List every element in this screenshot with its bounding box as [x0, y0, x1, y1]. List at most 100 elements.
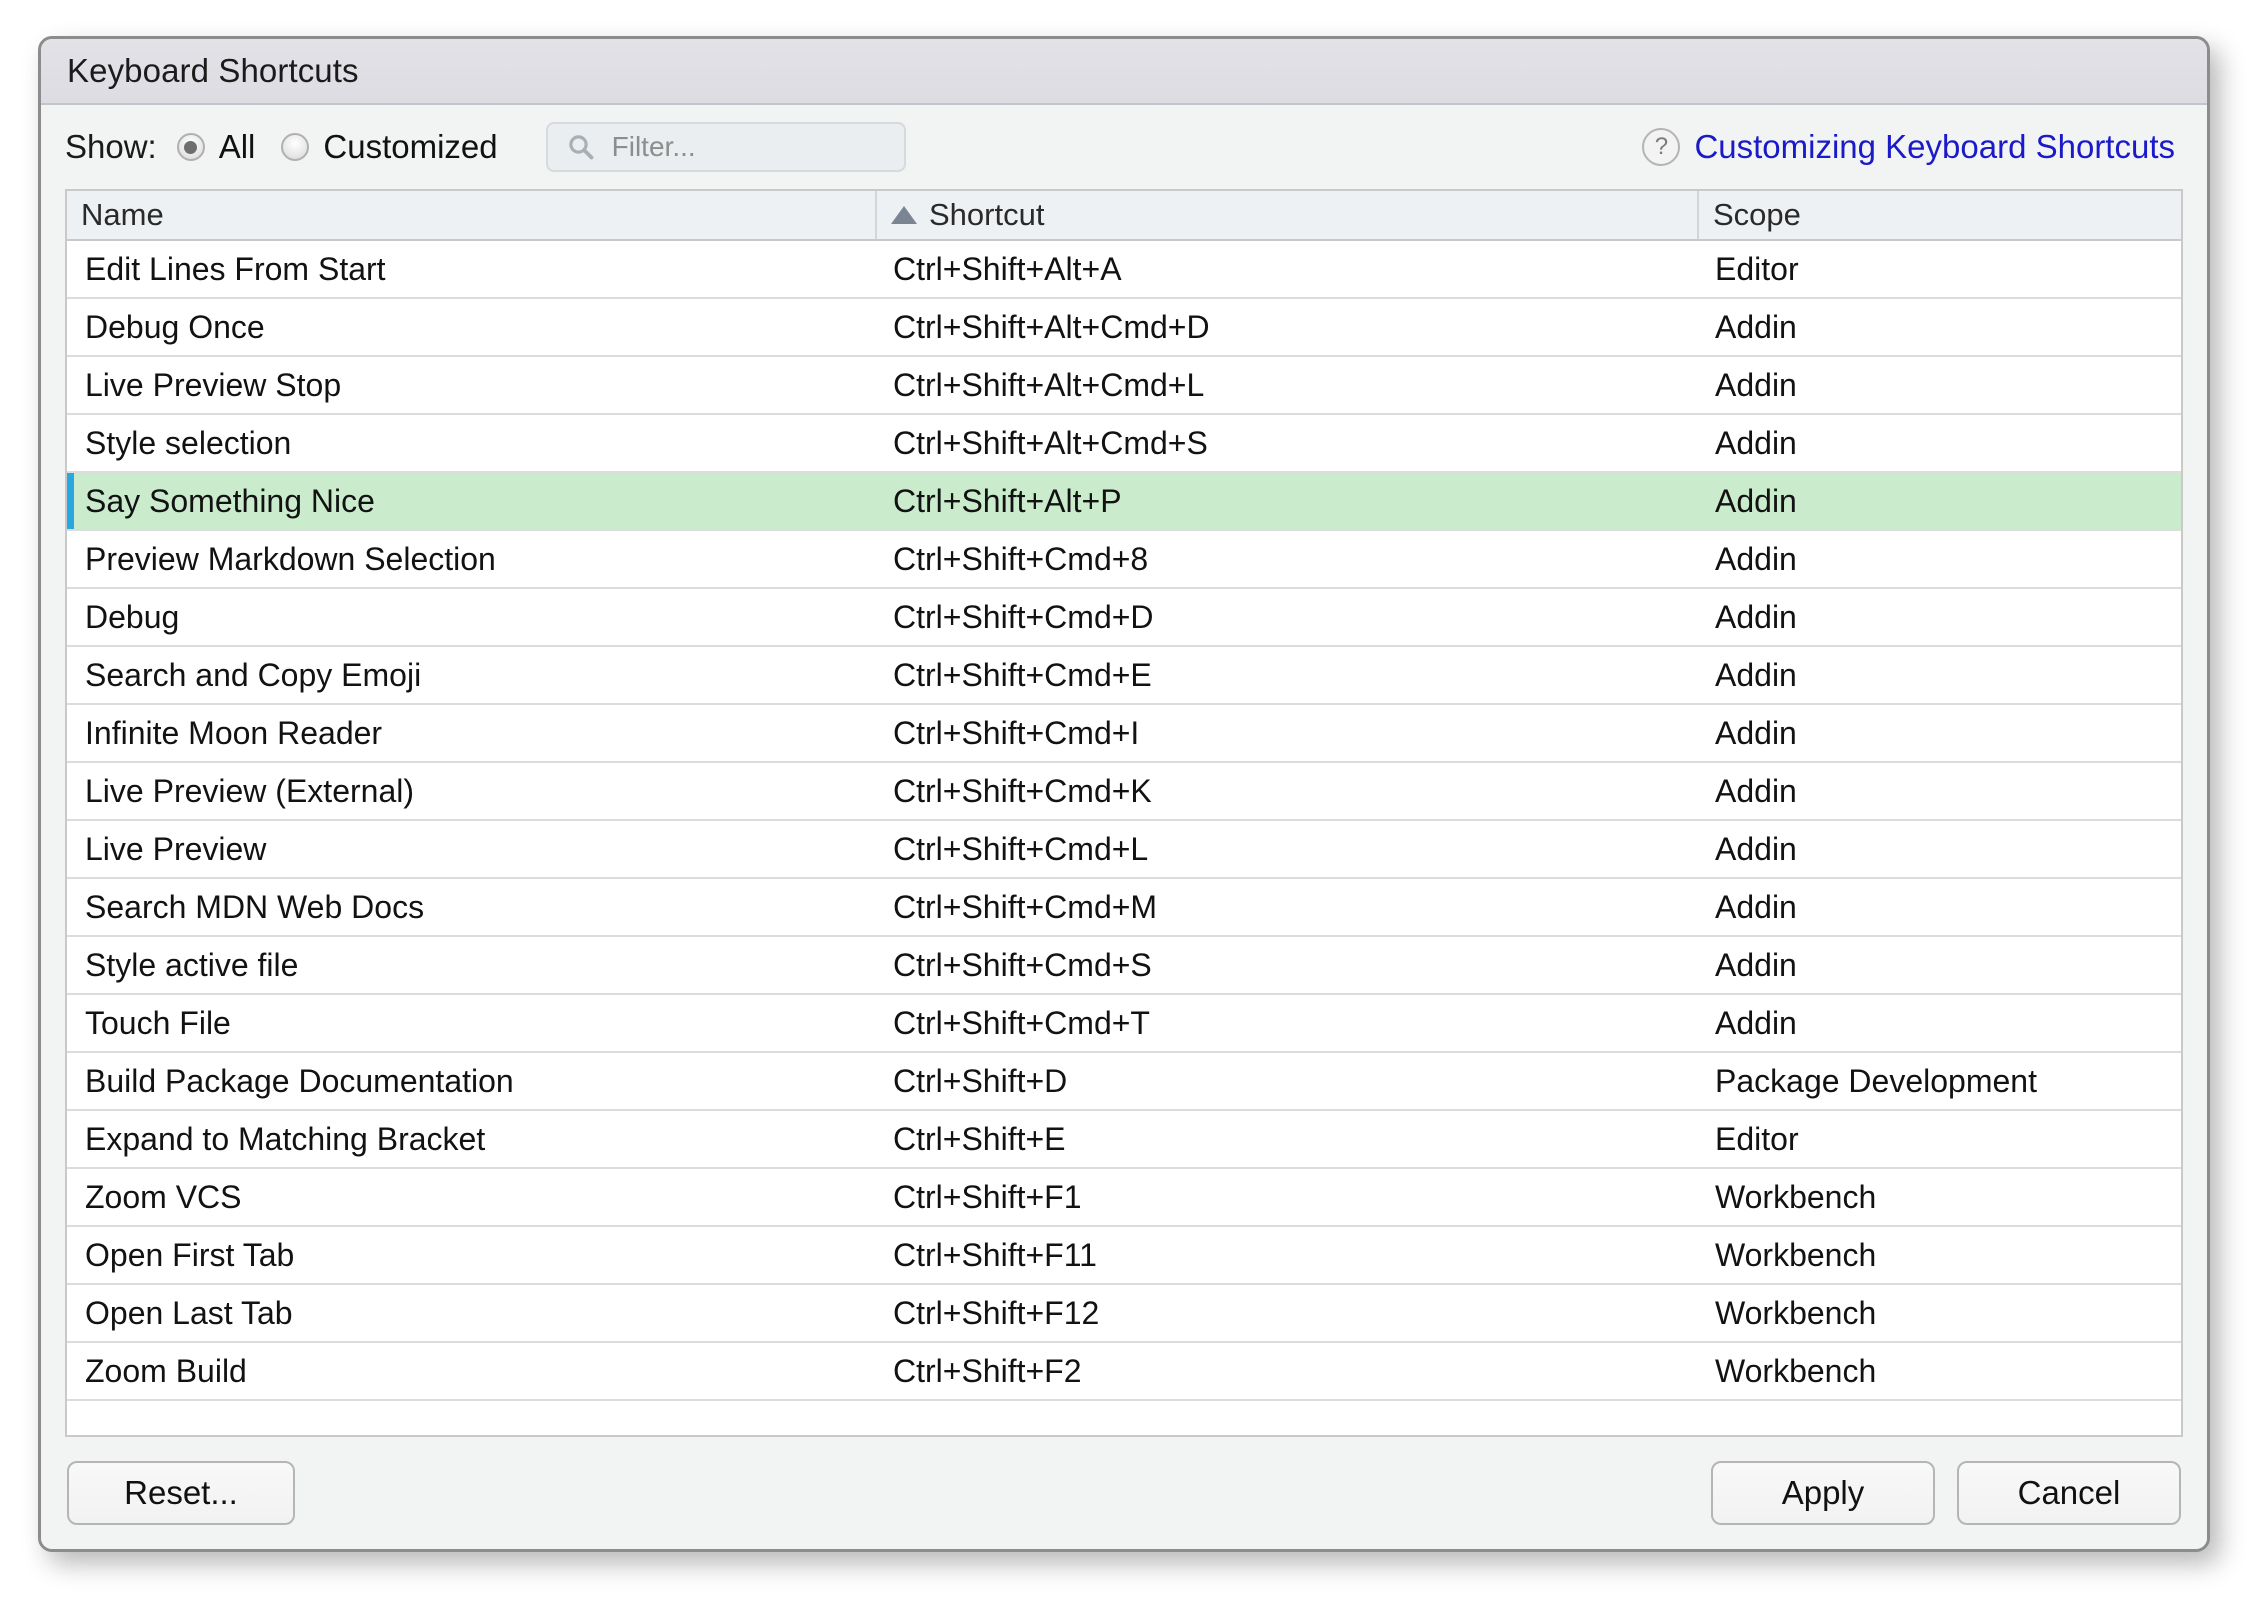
table-row[interactable]: Search MDN Web Docs Ctrl+Shift+Cmd+M Addin: [67, 879, 2181, 937]
customizing-keyboard-shortcuts-link[interactable]: Customizing Keyboard Shortcuts: [1694, 128, 2175, 166]
cell-scope: Package Development: [1715, 1062, 2037, 1099]
cell-scope: Addin: [1715, 714, 1797, 751]
cell-name: Infinite Moon Reader: [85, 714, 383, 751]
table-row[interactable]: Zoom Build Ctrl+Shift+F2 Workbench: [67, 1343, 2181, 1401]
cell-shortcut: Ctrl+Shift+Cmd+T: [893, 1004, 1150, 1041]
cell-shortcut: Ctrl+Shift+Cmd+S: [893, 946, 1152, 983]
help-link-group[interactable]: ? Customizing Keyboard Shortcuts: [1642, 128, 2183, 166]
cell-scope: Addin: [1715, 656, 1797, 693]
footer-primary-actions: Apply Cancel: [1711, 1461, 2181, 1525]
cell-name: Style active file: [85, 946, 299, 983]
cell-name: Preview Markdown Selection: [85, 540, 496, 577]
cell-scope: Workbench: [1715, 1178, 1877, 1215]
cell-scope: Workbench: [1715, 1294, 1877, 1331]
cell-shortcut: Ctrl+Shift+Cmd+E: [893, 656, 1152, 693]
cell-name: Say Something Nice: [85, 482, 375, 519]
cell-name: Debug Once: [85, 308, 265, 345]
cancel-button[interactable]: Cancel: [1957, 1461, 2181, 1525]
cell-name: Zoom VCS: [85, 1178, 242, 1215]
question-mark-icon[interactable]: ?: [1642, 128, 1681, 166]
cell-shortcut: Ctrl+Shift+Cmd+K: [893, 772, 1152, 809]
table-row[interactable]: Preview Markdown Selection Ctrl+Shift+Cmd…: [67, 531, 2181, 589]
shortcuts-table: Name Shortcut Scope Edit Lines From Star…: [65, 189, 2183, 1437]
table-row[interactable]: Debug Once Ctrl+Shift+Alt+Cmd+D Addin: [67, 299, 2181, 357]
cell-name: Search MDN Web Docs: [85, 888, 425, 925]
cell-name: Live Preview (External): [85, 772, 414, 809]
cell-scope: Addin: [1715, 366, 1797, 403]
show-label: Show:: [65, 128, 157, 165]
column-header-scope-label: Scope: [1713, 197, 1801, 232]
cell-scope: Editor: [1715, 1120, 1799, 1157]
cell-shortcut: Ctrl+Shift+E: [893, 1120, 1066, 1157]
cell-shortcut: Ctrl+Shift+F2: [893, 1352, 1082, 1389]
cell-shortcut: Ctrl+Shift+F1: [893, 1178, 1082, 1215]
cell-scope: Addin: [1715, 888, 1797, 925]
cell-scope: Addin: [1715, 540, 1797, 577]
table-row[interactable]: Live Preview Stop Ctrl+Shift+Alt+Cmd+L Add…: [67, 357, 2181, 415]
cell-shortcut: Ctrl+Shift+F11: [893, 1236, 1097, 1273]
radio-all-indicator[interactable]: [176, 133, 205, 161]
table-row[interactable]: Say Something Nice Ctrl+Shift+Alt+P Addin: [67, 473, 2181, 531]
table-row[interactable]: Style active file Ctrl+Shift+Cmd+S Addin: [67, 937, 2181, 995]
table-row[interactable]: Expand to Matching Bracket Ctrl+Shift+E Ed…: [67, 1111, 2181, 1169]
cell-shortcut: Ctrl+Shift+Alt+Cmd+L: [893, 366, 1205, 403]
cell-shortcut: Ctrl+Shift+Cmd+I: [893, 714, 1140, 751]
cell-name: Edit Lines From Start: [85, 250, 386, 287]
search-icon: [568, 135, 594, 160]
column-header-name-label: Name: [81, 197, 164, 232]
table-row[interactable]: Search and Copy Emoji Ctrl+Shift+Cmd+E Add…: [67, 647, 2181, 705]
table-row[interactable]: Edit Lines From Start Ctrl+Shift+Alt+A Edi…: [67, 241, 2181, 299]
filter-placeholder: Filter...: [611, 131, 696, 162]
dialog-titlebar: Keyboard Shortcuts: [41, 39, 2207, 105]
column-header-name[interactable]: Name: [67, 191, 877, 239]
cell-name: Build Package Documentation: [85, 1062, 514, 1099]
dialog-title: Keyboard Shortcuts: [67, 52, 359, 89]
filter-input[interactable]: Filter...: [545, 122, 906, 172]
radio-all-label: All: [218, 128, 256, 165]
filter-toolbar: Show: All Customized Filter... ? Customi…: [41, 105, 2207, 189]
cell-shortcut: Ctrl+Shift+Alt+Cmd+D: [893, 308, 1210, 345]
table-row[interactable]: Touch File Ctrl+Shift+Cmd+T Addin: [67, 995, 2181, 1053]
table-row[interactable]: Open First Tab Ctrl+Shift+F11 Workbench: [67, 1227, 2181, 1285]
cell-scope: Workbench: [1715, 1236, 1877, 1273]
radio-customized[interactable]: Customized: [281, 128, 498, 166]
cell-shortcut: Ctrl+Shift+Alt+A: [893, 250, 1122, 287]
dialog-footer: Reset... Apply Cancel: [41, 1437, 2207, 1549]
apply-button[interactable]: Apply: [1711, 1461, 1935, 1525]
cell-name: Expand to Matching Bracket: [85, 1120, 486, 1157]
table-row[interactable]: Open Last Tab Ctrl+Shift+F12 Workbench: [67, 1285, 2181, 1343]
cell-scope: Addin: [1715, 1004, 1797, 1041]
table-row[interactable]: Build Package Documentation Ctrl+Shift+D P…: [67, 1053, 2181, 1111]
cell-name: Open First Tab: [85, 1236, 295, 1273]
cell-scope: Workbench: [1715, 1352, 1877, 1389]
cell-name: Debug: [85, 598, 180, 635]
table-row[interactable]: Infinite Moon Reader Ctrl+Shift+Cmd+I Addi…: [67, 705, 2181, 763]
cell-scope: Addin: [1715, 946, 1797, 983]
reset-button[interactable]: Reset...: [67, 1461, 295, 1525]
cell-name: Live Preview Stop: [85, 366, 342, 403]
sort-ascending-icon: [891, 206, 917, 224]
cell-name: Style selection: [85, 424, 292, 461]
cell-scope: Addin: [1715, 424, 1797, 461]
radio-customized-label: Customized: [323, 128, 498, 165]
column-header-shortcut[interactable]: Shortcut: [877, 191, 1699, 239]
cell-shortcut: Ctrl+Shift+Cmd+8: [893, 540, 1149, 577]
cell-scope: Addin: [1715, 482, 1797, 519]
cell-name: Live Preview: [85, 830, 267, 867]
table-row[interactable]: Live Preview (External) Ctrl+Shift+Cmd+K A…: [67, 763, 2181, 821]
column-header-scope[interactable]: Scope: [1699, 191, 2181, 239]
radio-all[interactable]: All: [176, 128, 256, 166]
screen: Keyboard Shortcuts Show: All Customized: [0, 0, 2248, 1620]
radio-customized-indicator[interactable]: [281, 133, 310, 161]
cell-name: Zoom Build: [85, 1352, 247, 1389]
cell-shortcut: Ctrl+Shift+F12: [893, 1294, 1100, 1331]
cell-name: Touch File: [85, 1004, 231, 1041]
table-row[interactable]: Live Preview Ctrl+Shift+Cmd+L Addin: [67, 821, 2181, 879]
cell-shortcut: Ctrl+Shift+Cmd+L: [893, 830, 1149, 867]
table-header-row: Name Shortcut Scope: [67, 191, 2181, 241]
cell-scope: Editor: [1715, 250, 1799, 287]
table-row[interactable]: Zoom VCS Ctrl+Shift+F1 Workbench: [67, 1169, 2181, 1227]
cell-name: Search and Copy Emoji: [85, 656, 422, 693]
table-row[interactable]: Debug Ctrl+Shift+Cmd+D Addin: [67, 589, 2181, 647]
table-row[interactable]: Style selection Ctrl+Shift+Alt+Cmd+S Addin: [67, 415, 2181, 473]
